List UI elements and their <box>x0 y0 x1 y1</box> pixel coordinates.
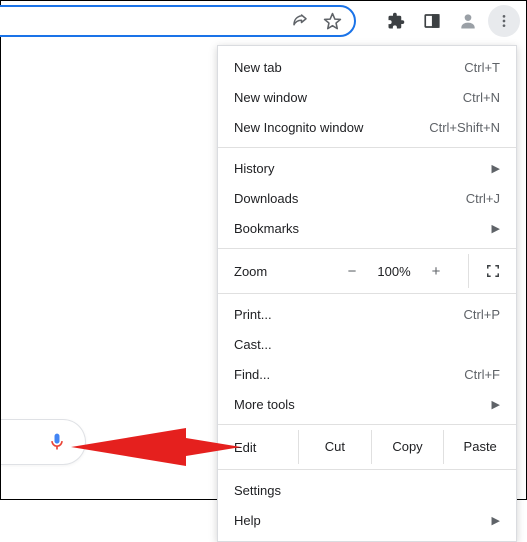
zoom-out-button[interactable]: − <box>334 263 370 280</box>
edit-cut-button[interactable]: Cut <box>298 430 371 464</box>
edit-copy-button[interactable]: Copy <box>371 430 444 464</box>
menu-item-new-incognito[interactable]: New Incognito window Ctrl+Shift+N <box>218 112 516 142</box>
toolbar-actions <box>380 5 520 37</box>
sidepanel-icon[interactable] <box>416 5 448 37</box>
menu-item-more-tools[interactable]: More tools ▶ <box>218 389 516 419</box>
menu-label: Settings <box>234 483 281 498</box>
microphone-icon <box>47 432 67 452</box>
zoom-value: 100% <box>370 264 418 279</box>
menu-item-cast[interactable]: Cast... <box>218 329 516 359</box>
menu-label: New window <box>234 90 307 105</box>
share-icon[interactable] <box>291 12 309 30</box>
menu-separator <box>218 469 516 470</box>
menu-shortcut: Ctrl+J <box>466 191 500 206</box>
fullscreen-button[interactable] <box>468 254 516 288</box>
menu-shortcut: Ctrl+Shift+N <box>429 120 500 135</box>
menu-separator <box>218 424 516 425</box>
menu-item-zoom: Zoom − 100% + <box>218 254 516 288</box>
chevron-right-icon: ▶ <box>492 162 500 175</box>
menu-label: Help <box>234 513 261 528</box>
menu-label: Zoom <box>234 264 334 279</box>
menu-label: Bookmarks <box>234 221 299 236</box>
zoom-in-button[interactable]: + <box>418 263 454 280</box>
chevron-right-icon: ▶ <box>492 514 500 527</box>
voice-search-pill[interactable] <box>1 419 86 465</box>
menu-item-edit: Edit Cut Copy Paste <box>218 430 516 464</box>
menu-item-bookmarks[interactable]: Bookmarks ▶ <box>218 213 516 243</box>
extensions-icon[interactable] <box>380 5 412 37</box>
menu-label: New tab <box>234 60 282 75</box>
menu-label: History <box>234 161 274 176</box>
menu-label: New Incognito window <box>234 120 363 135</box>
menu-shortcut: Ctrl+P <box>464 307 500 322</box>
menu-item-history[interactable]: History ▶ <box>218 153 516 183</box>
menu-item-print[interactable]: Print... Ctrl+P <box>218 299 516 329</box>
menu-item-downloads[interactable]: Downloads Ctrl+J <box>218 183 516 213</box>
menu-shortcut: Ctrl+N <box>463 90 500 105</box>
menu-label: Edit <box>218 440 298 455</box>
menu-label: Cast... <box>234 337 272 352</box>
menu-separator <box>218 293 516 294</box>
chrome-main-menu: New tab Ctrl+T New window Ctrl+N New Inc… <box>217 45 517 542</box>
menu-item-new-window[interactable]: New window Ctrl+N <box>218 82 516 112</box>
menu-label: Find... <box>234 367 270 382</box>
menu-item-new-tab[interactable]: New tab Ctrl+T <box>218 52 516 82</box>
menu-label: Downloads <box>234 191 298 206</box>
edit-paste-button[interactable]: Paste <box>443 430 516 464</box>
kebab-menu-icon[interactable] <box>488 5 520 37</box>
menu-separator <box>218 147 516 148</box>
browser-toolbar <box>1 1 526 43</box>
menu-shortcut: Ctrl+T <box>464 60 500 75</box>
menu-shortcut: Ctrl+F <box>464 367 500 382</box>
address-bar[interactable] <box>0 5 356 37</box>
menu-label: Print... <box>234 307 272 322</box>
chevron-right-icon: ▶ <box>492 222 500 235</box>
menu-label: More tools <box>234 397 295 412</box>
star-icon[interactable] <box>323 12 342 31</box>
menu-item-find[interactable]: Find... Ctrl+F <box>218 359 516 389</box>
menu-item-settings[interactable]: Settings <box>218 475 516 505</box>
profile-icon[interactable] <box>452 5 484 37</box>
chevron-right-icon: ▶ <box>492 398 500 411</box>
menu-separator <box>218 248 516 249</box>
menu-item-help[interactable]: Help ▶ <box>218 505 516 535</box>
